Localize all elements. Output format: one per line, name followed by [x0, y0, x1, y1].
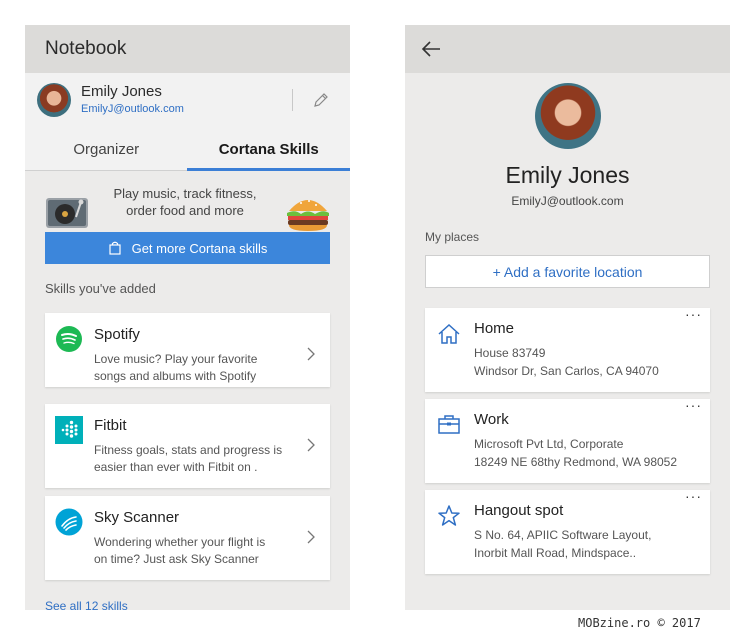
tab-cortana-skills[interactable]: Cortana Skills — [188, 127, 351, 171]
tab-label: Cortana Skills — [218, 140, 319, 158]
profile-name: Emily Jones — [505, 162, 630, 188]
chevron-right-icon — [307, 438, 315, 452]
skill-title: Sky Scanner — [94, 509, 180, 526]
avatar — [37, 83, 71, 117]
promo-text-line: order food and more — [126, 203, 244, 218]
home-icon — [438, 323, 460, 344]
section-label: Skills you've added — [45, 281, 156, 296]
skill-card-spotify[interactable]: Spotify Love music? Play your favorite s… — [45, 313, 330, 387]
notebook-header: Notebook — [25, 25, 350, 73]
place-address-line: Microsoft Pvt Ltd, Corporate — [474, 437, 624, 451]
place-card-hangout[interactable]: Hangout spot S No. 64, APIIC Software La… — [425, 489, 710, 574]
skill-title: Spotify — [94, 326, 140, 343]
skyscanner-icon — [55, 508, 83, 536]
skill-desc-line: Wondering whether your flight is — [94, 535, 266, 549]
button-label: Get more Cortana skills — [131, 240, 268, 256]
chevron-right-icon — [307, 347, 315, 361]
get-more-skills-button[interactable]: Get more Cortana skills — [45, 232, 330, 264]
spotify-icon — [56, 326, 82, 352]
skill-desc-line: on time? Just ask Sky Scanner — [94, 552, 259, 566]
user-email: EmilyJ@outlook.com — [81, 103, 184, 115]
profile-header — [405, 25, 730, 73]
notebook-panel: Notebook Emily Jones EmilyJ@outlook.com … — [25, 25, 350, 610]
more-options-icon[interactable]: ··· — [685, 489, 702, 503]
see-all-skills-link[interactable]: See all 12 skills — [45, 599, 128, 610]
profile-panel: Emily Jones EmilyJ@outlook.com My places… — [405, 25, 730, 610]
fitbit-icon — [55, 416, 83, 444]
place-title: Work — [474, 411, 509, 428]
skill-desc-line: songs and albums with Spotify — [94, 369, 257, 383]
skill-card-fitbit[interactable]: Fitbit Fitness goals, stats and progress… — [45, 404, 330, 488]
promo-text-line: Play music, track fitness, — [113, 186, 257, 201]
tab-label: Organizer — [73, 140, 140, 158]
place-card-work[interactable]: Work Microsoft Pvt Ltd, Corporate 18249 … — [425, 398, 710, 483]
turntable-icon — [46, 198, 88, 228]
skill-description: Wondering whether your flight is on time… — [94, 534, 304, 568]
briefcase-icon — [438, 415, 460, 434]
back-arrow-icon[interactable] — [420, 38, 442, 60]
add-favorite-location-button[interactable]: + Add a favorite location — [425, 255, 710, 288]
place-address-line: Windsor Dr, San Carlos, CA 94070 — [474, 364, 659, 378]
skill-description: Fitness goals, stats and progress is eas… — [94, 442, 304, 476]
shopping-bag-icon — [108, 241, 121, 255]
place-card-home[interactable]: Home House 83749 Windsor Dr, San Carlos,… — [425, 307, 710, 392]
place-address-line: Inorbit Mall Road, Mindspace.. — [474, 546, 637, 560]
skill-card-skyscanner[interactable]: Sky Scanner Wondering whether your fligh… — [45, 496, 330, 580]
skills-promo: Play music, track fitness, order food an… — [25, 171, 350, 266]
place-address-line: 18249 NE 68thy Redmond, WA 98052 — [474, 455, 678, 469]
promo-text: Play music, track fitness, order food an… — [110, 185, 260, 219]
section-label: My places — [425, 230, 480, 244]
skill-title: Fitbit — [94, 417, 127, 434]
page-title: Notebook — [45, 38, 127, 59]
place-title: Hangout spot — [474, 502, 564, 519]
skill-description: Love music? Play your favorite songs and… — [94, 351, 304, 385]
skill-desc-line: Fitness goals, stats and progress is — [94, 443, 283, 457]
place-address-line: House 83749 — [474, 346, 546, 360]
tab-bar: Organizer Cortana Skills — [25, 127, 350, 171]
divider — [292, 89, 293, 111]
more-options-icon[interactable]: ··· — [685, 398, 702, 412]
avatar — [535, 83, 601, 149]
more-options-icon[interactable]: ··· — [685, 307, 702, 321]
edit-pencil-icon[interactable] — [311, 90, 331, 110]
burger-icon — [287, 200, 329, 231]
user-profile-row[interactable]: Emily Jones EmilyJ@outlook.com — [25, 73, 350, 127]
star-icon — [438, 505, 460, 526]
user-name: Emily Jones — [81, 83, 162, 100]
watermark: MOBzine.ro © 2017 — [578, 616, 701, 630]
skill-desc-line: Love music? Play your favorite — [94, 352, 258, 366]
place-address-line: S No. 64, APIIC Software Layout, — [474, 528, 652, 542]
place-title: Home — [474, 320, 515, 337]
chevron-right-icon — [307, 530, 315, 544]
profile-email: EmilyJ@outlook.com — [511, 194, 624, 208]
skill-desc-line: easier than ever with Fitbit on . — [94, 460, 258, 474]
tab-organizer[interactable]: Organizer — [25, 127, 188, 171]
